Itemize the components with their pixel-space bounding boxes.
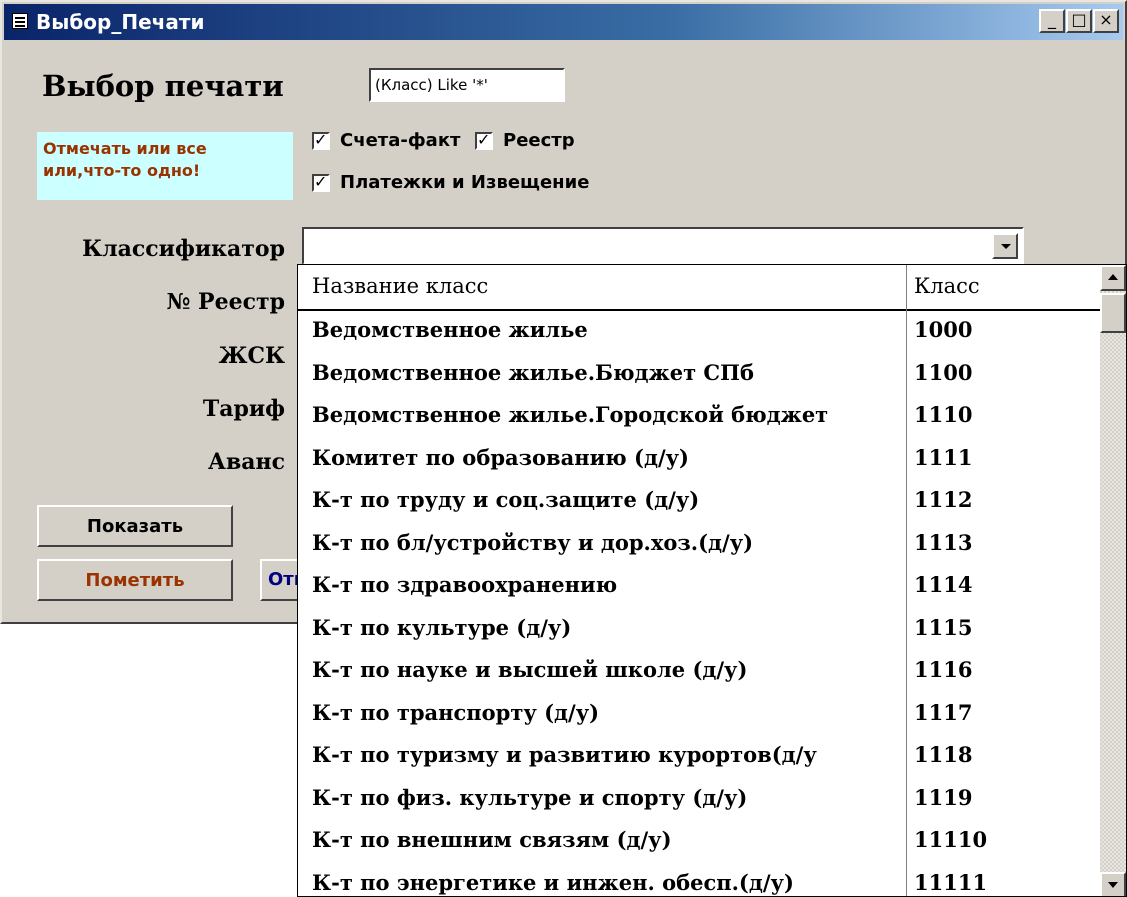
column-header-class: Класс bbox=[914, 274, 980, 298]
list-item-code: 1118 bbox=[914, 742, 973, 767]
list-item[interactable]: К-т по здравоохранению 1114 bbox=[298, 566, 1102, 609]
checkbox-payments-label: Платежки и Извещение bbox=[340, 172, 590, 193]
hint-label: Отмечать или все или,что-то одно! bbox=[37, 132, 293, 200]
classifier-label: Классификатор bbox=[82, 236, 285, 262]
page-title: Выбор печати bbox=[42, 69, 284, 103]
list-item[interactable]: К-т по физ. культуре и спорту (д/у) 1119 bbox=[298, 779, 1102, 822]
classifier-dropdown-list[interactable]: Название класс Класс Ведомственное жилье… bbox=[297, 264, 1127, 897]
classifier-combobox[interactable] bbox=[302, 227, 1024, 265]
checkbox-registry-label: Реестр bbox=[503, 130, 575, 151]
list-item-name: К-т по энергетике и инжен. обесп.(д/у) bbox=[312, 869, 794, 895]
list-item[interactable]: К-т по энергетике и инжен. обесп.(д/у) 11… bbox=[298, 864, 1102, 897]
list-item[interactable]: К-т по культуре (д/у) 1115 bbox=[298, 609, 1102, 652]
list-item-name: Комитет по образованию (д/у) bbox=[312, 444, 689, 470]
list-item-name: К-т по здравоохранению bbox=[312, 572, 618, 597]
list-item[interactable]: К-т по туризму и развитию курортов(д/у 11… bbox=[298, 736, 1102, 779]
list-item-name: Ведомственное жилье.Городской бюджет bbox=[312, 402, 829, 427]
vertical-scrollbar[interactable] bbox=[1100, 265, 1126, 896]
list-item[interactable]: К-т по внешним связям (д/у) 11110 bbox=[298, 821, 1102, 864]
checkbox-icon[interactable] bbox=[475, 130, 493, 150]
list-item[interactable]: К-т по труду и соц.защите (д/у) 1112 bbox=[298, 481, 1102, 524]
list-item-name: К-т по туризму и развитию курортов(д/у bbox=[312, 742, 817, 767]
list-item-code: 1111 bbox=[914, 444, 973, 470]
list-item[interactable]: Комитет по образованию (д/у) 1111 bbox=[298, 439, 1102, 482]
list-item[interactable]: К-т по бл/устройству и дор.хоз.(д/у) 1113 bbox=[298, 524, 1102, 567]
list-item-code: 1114 bbox=[914, 572, 973, 597]
list-item-code: 1117 bbox=[914, 699, 973, 725]
checkbox-icon[interactable] bbox=[312, 130, 330, 150]
list-header: Название класс Класс bbox=[298, 265, 1102, 311]
filter-field[interactable]: (Класс) Like '*' bbox=[369, 68, 565, 102]
chevron-down-icon[interactable] bbox=[992, 233, 1018, 259]
list-item-name: Ведомственное жилье.Бюджет СПб bbox=[312, 359, 754, 385]
checkbox-invoices[interactable]: Счета-факт bbox=[312, 130, 460, 151]
list-item-code: 1110 bbox=[914, 402, 973, 427]
list-item-name: К-т по культуре (д/у) bbox=[312, 614, 572, 640]
list-item-name: К-т по транспорту (д/у) bbox=[312, 699, 600, 725]
column-header-name: Название класс bbox=[312, 274, 489, 298]
list-item-name: К-т по внешним связям (д/у) bbox=[312, 827, 672, 852]
advance-label: Аванс bbox=[208, 449, 285, 475]
list-item-name: К-т по бл/устройству и дор.хоз.(д/у) bbox=[312, 529, 754, 555]
list-item-code: 1119 bbox=[914, 784, 973, 810]
checkbox-invoices-label: Счета-факт bbox=[340, 130, 461, 151]
list-item[interactable]: Ведомственное жилье.Городской бюджет 1110 bbox=[298, 396, 1102, 439]
zhsk-label: ЖСК bbox=[218, 343, 285, 369]
title-bar[interactable]: Выбор_Печати _ □ × bbox=[4, 4, 1123, 40]
checkbox-icon[interactable] bbox=[312, 172, 330, 192]
list-item[interactable]: К-т по науке и высшей школе (д/у) 1116 bbox=[298, 651, 1102, 694]
list-item-name: К-т по физ. культуре и спорту (д/у) bbox=[312, 784, 748, 810]
list-item-code: 11111 bbox=[914, 869, 988, 895]
list-item-code: 1112 bbox=[914, 487, 973, 512]
list-item-name: К-т по труду и соц.защите (д/у) bbox=[312, 487, 700, 512]
scroll-thumb[interactable] bbox=[1100, 293, 1126, 333]
tariff-label: Тариф bbox=[202, 396, 285, 422]
registry-no-label: № Реестр bbox=[166, 289, 285, 315]
checkbox-registry[interactable]: Реестр bbox=[475, 130, 575, 151]
list-item-code: 1115 bbox=[914, 614, 973, 640]
list-item-code: 11110 bbox=[914, 827, 988, 852]
list-item-name: К-т по науке и высшей школе (д/у) bbox=[312, 657, 748, 682]
window-title: Выбор_Печати bbox=[36, 10, 205, 34]
scroll-up-icon[interactable] bbox=[1100, 265, 1126, 291]
list-item-code: 1100 bbox=[914, 359, 973, 385]
list-item-code: 1113 bbox=[914, 529, 973, 555]
list-item[interactable]: Ведомственное жилье 1000 bbox=[298, 311, 1102, 354]
list-item-code: 1000 bbox=[914, 317, 973, 342]
mark-button[interactable]: Пометить bbox=[37, 559, 233, 601]
list-item-name: Ведомственное жилье bbox=[312, 317, 588, 342]
list-item[interactable]: Ведомственное жилье.Бюджет СПб 1100 bbox=[298, 354, 1102, 397]
close-button[interactable]: × bbox=[1093, 9, 1119, 33]
list-item[interactable]: К-т по транспорту (д/у) 1117 bbox=[298, 694, 1102, 737]
list-rows: Ведомственное жилье 1000 Ведомственное жил… bbox=[298, 311, 1102, 897]
form-icon bbox=[12, 13, 28, 29]
maximize-button[interactable]: □ bbox=[1066, 9, 1092, 33]
minimize-button[interactable]: _ bbox=[1039, 9, 1065, 33]
show-button[interactable]: Показать bbox=[37, 505, 233, 547]
checkbox-payments[interactable]: Платежки и Извещение bbox=[312, 172, 589, 193]
list-item-code: 1116 bbox=[914, 657, 973, 682]
scroll-down-icon[interactable] bbox=[1100, 872, 1126, 896]
